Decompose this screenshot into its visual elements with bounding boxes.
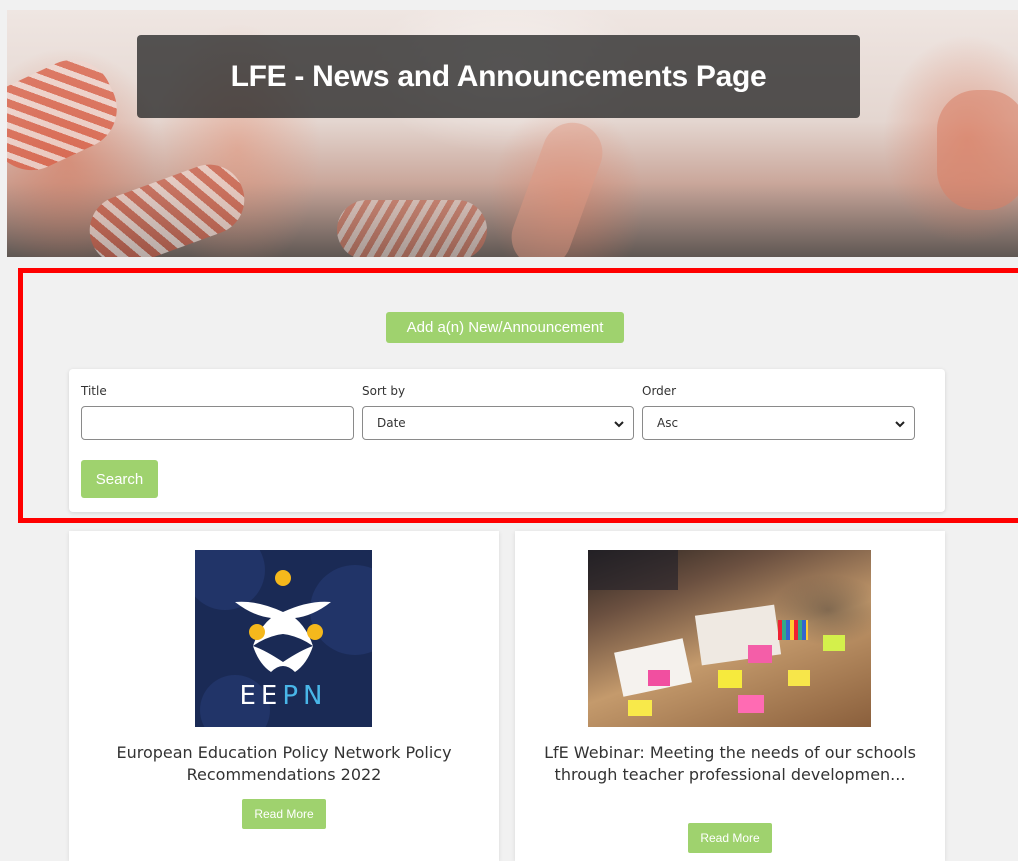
order-select[interactable]: Asc (642, 406, 915, 440)
search-button[interactable]: Search (81, 460, 158, 498)
eepn-logo-image: EEPN (195, 550, 372, 727)
page-title: LFE - News and Announcements Page (230, 59, 767, 93)
card-title: European Education Policy Network Policy… (116, 743, 452, 784)
news-card: LfE Webinar: Meeting the needs of our sc… (515, 531, 945, 861)
add-announcement-button[interactable]: Add a(n) New/Announcement (386, 312, 624, 343)
chevron-down-icon (895, 421, 905, 428)
read-more-button[interactable]: Read More (688, 823, 772, 853)
title-input[interactable] (81, 406, 354, 440)
eepn-wordmark: EEPN (239, 681, 328, 711)
order-value: Asc (657, 416, 679, 430)
sort-by-select[interactable]: Date (362, 406, 634, 440)
webinar-image (588, 550, 871, 727)
order-label: Order (642, 384, 677, 398)
read-more-button[interactable]: Read More (242, 799, 326, 829)
card-title: LfE Webinar: Meeting the needs of our sc… (544, 743, 916, 784)
sort-by-value: Date (377, 416, 406, 430)
hero-banner: LFE - News and Announcements Page (7, 10, 1018, 257)
sort-by-label: Sort by (362, 384, 406, 398)
news-card: EEPN European Education Policy Network P… (69, 531, 499, 861)
hero-title-box: LFE - News and Announcements Page (137, 35, 860, 118)
title-label: Title (81, 384, 107, 398)
search-panel: Title Sort by Date Order Asc Search (69, 369, 945, 512)
chevron-down-icon (614, 421, 624, 428)
